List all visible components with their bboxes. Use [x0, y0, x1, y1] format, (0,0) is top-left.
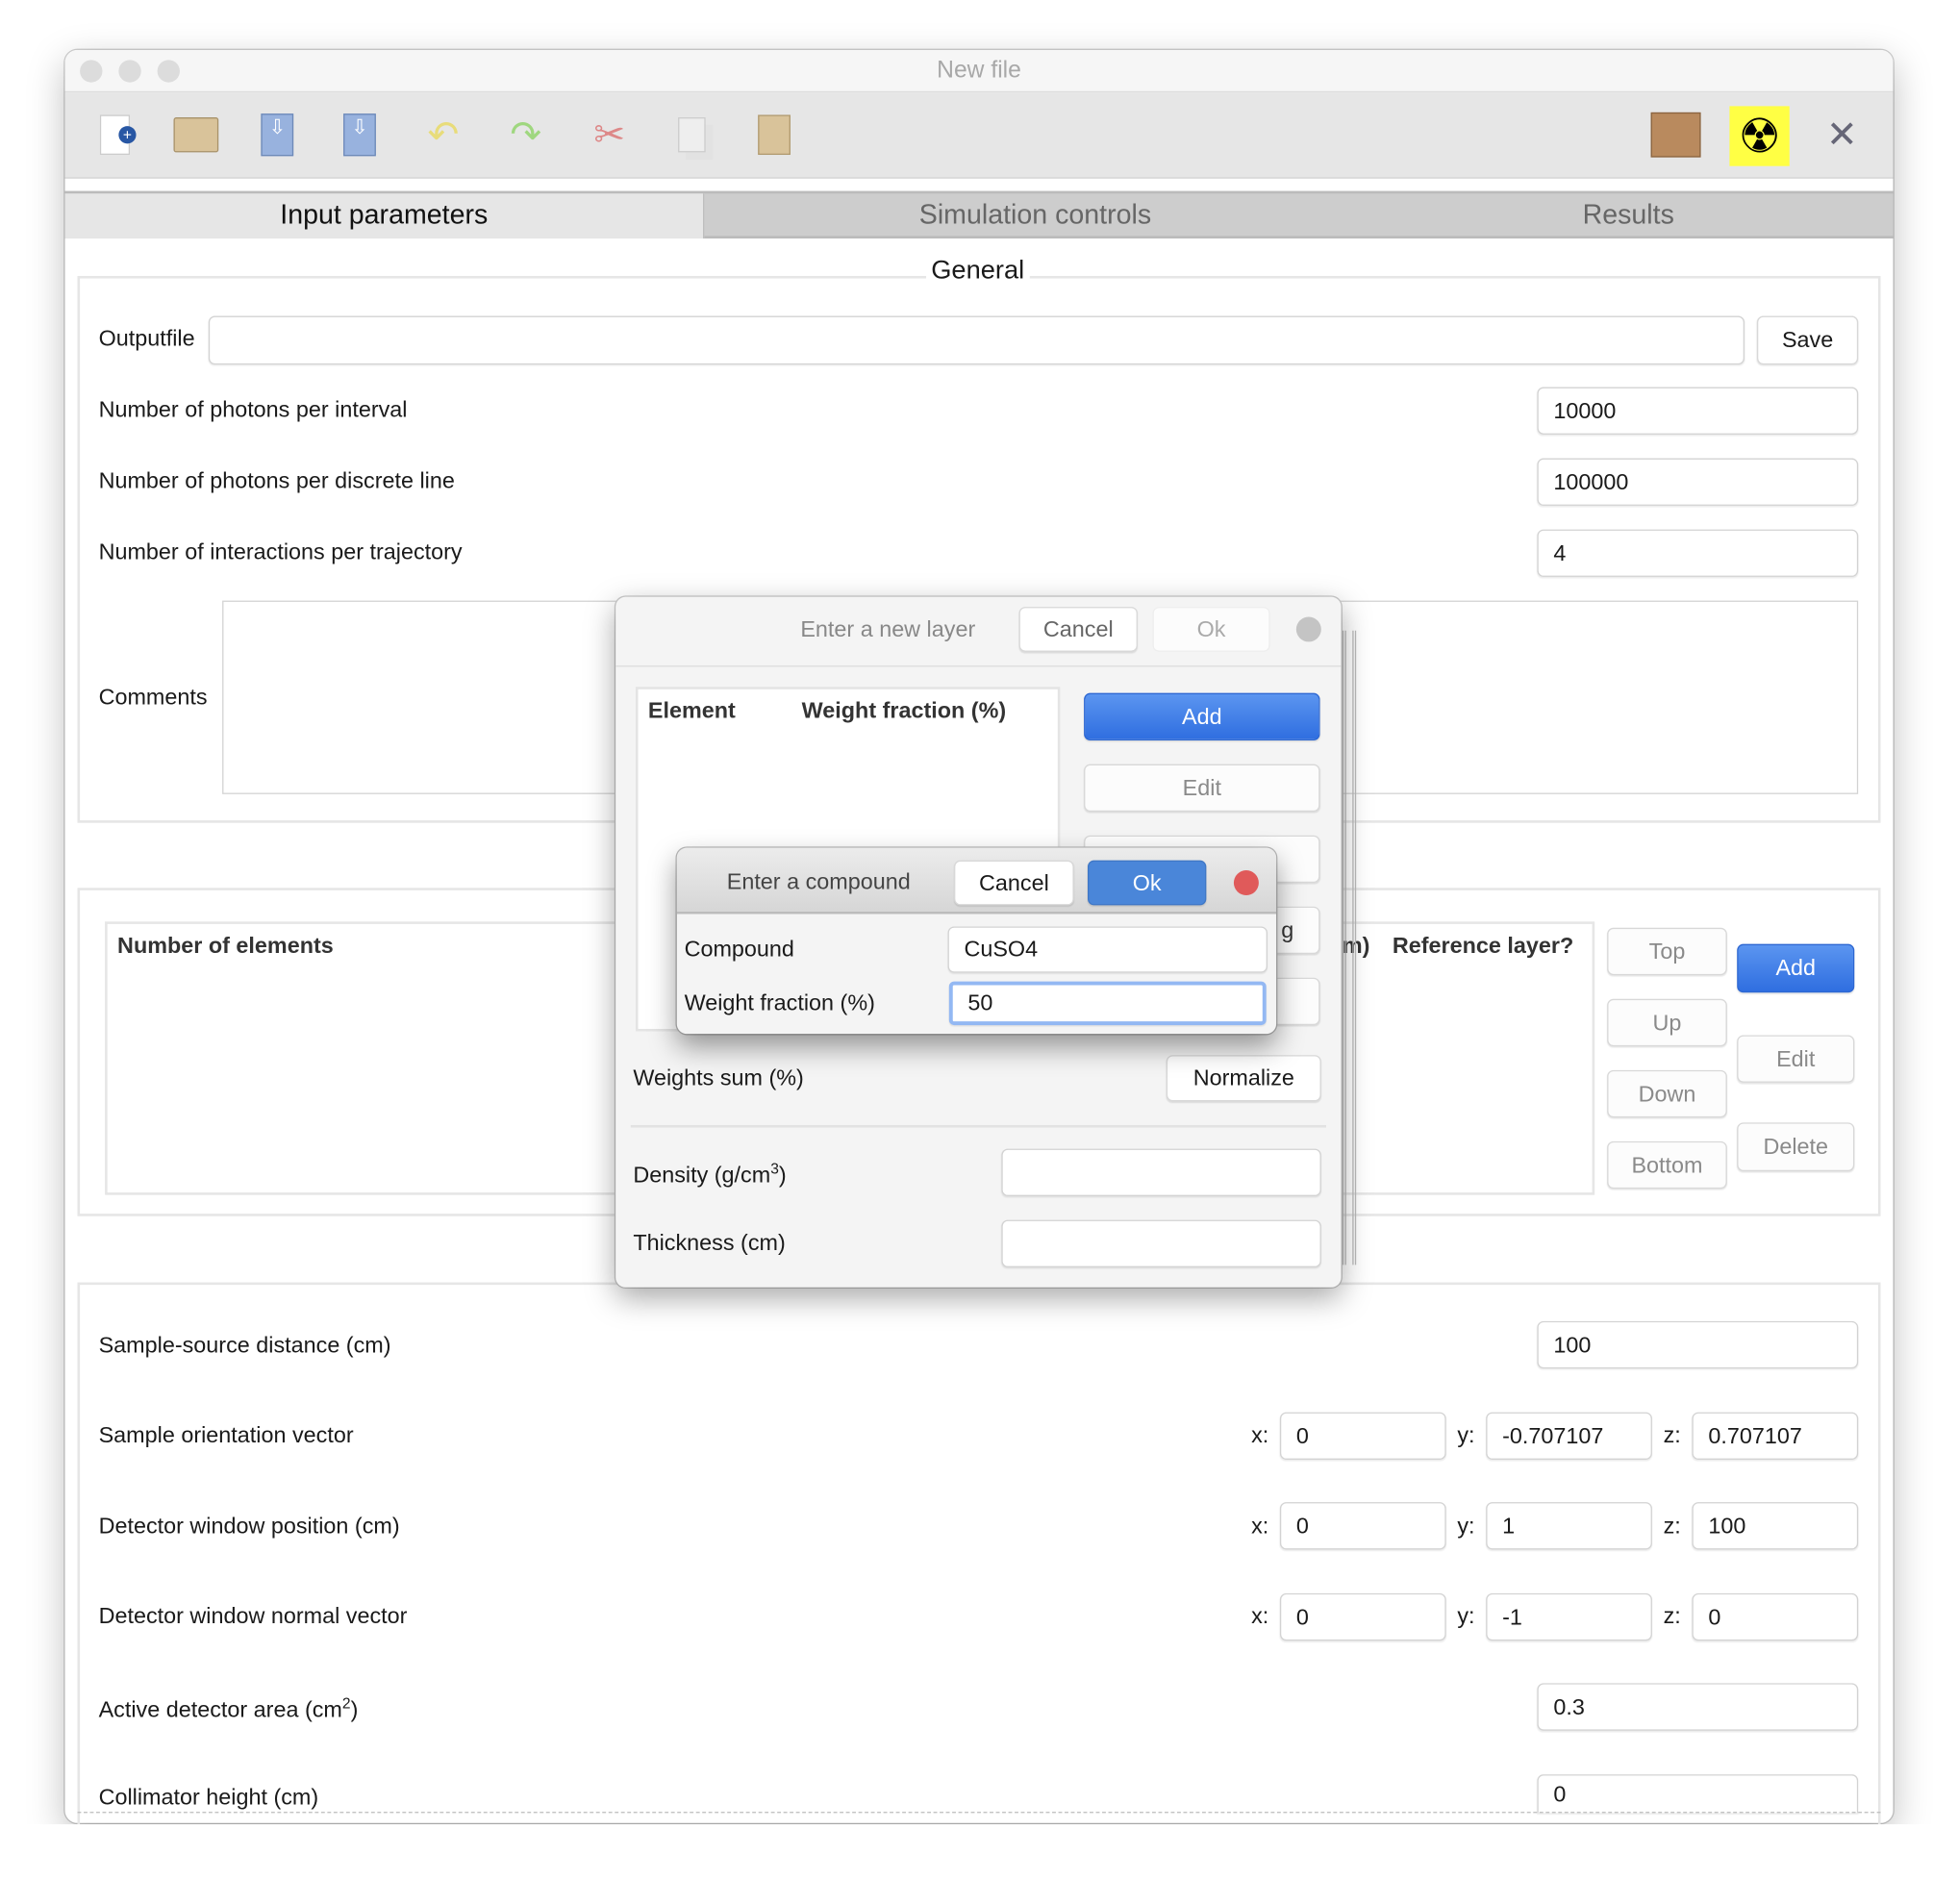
photons-line-input[interactable]: 100000: [1537, 458, 1859, 506]
orientation-z-input[interactable]: 0.707107: [1692, 1412, 1859, 1460]
compound-dialog: Enter a compound Cancel Ok Compound CuSO…: [676, 847, 1277, 1035]
y-label: y:: [1457, 1421, 1475, 1447]
separator: [630, 1124, 1327, 1128]
density-input[interactable]: [1001, 1148, 1321, 1196]
layer-ok-button[interactable]: Ok: [1152, 607, 1270, 652]
tab-results[interactable]: Results: [1367, 193, 1891, 238]
radiation-icon[interactable]: ☢: [1729, 106, 1790, 166]
window-bottom-margin: [0, 1824, 1958, 1904]
zoom-window-button[interactable]: [157, 60, 180, 83]
toolbar: + ⇩ ⇩ ↶ ↷ ✂ ☢ ✕: [64, 92, 1894, 179]
compound-cancel-button[interactable]: Cancel: [954, 860, 1074, 906]
z-label: z:: [1663, 1513, 1681, 1539]
detector-area-input[interactable]: 0.3: [1537, 1683, 1859, 1731]
top-button[interactable]: Top: [1607, 927, 1727, 976]
bottom-button[interactable]: Bottom: [1607, 1140, 1727, 1190]
interactions-input[interactable]: 4: [1537, 529, 1859, 577]
photons-interval-input[interactable]: 10000: [1537, 387, 1859, 435]
layer-dialog-title: Enter a new layer: [800, 616, 976, 642]
y-label: y:: [1457, 1513, 1475, 1539]
compound-weight-input[interactable]: 50: [948, 981, 1267, 1026]
thickness-label: Thickness (cm): [633, 1230, 786, 1255]
save-icon[interactable]: ⇩: [250, 108, 305, 163]
compound-input[interactable]: CuSO4: [947, 926, 1268, 973]
cut-icon[interactable]: ✂: [582, 108, 637, 163]
density-label: Density (g/cm3): [633, 1160, 787, 1188]
x-label: x:: [1251, 1513, 1269, 1539]
copy-icon[interactable]: [665, 108, 719, 163]
undo-icon[interactable]: ↶: [415, 108, 470, 163]
detector-normal-label: Detector window normal vector: [98, 1603, 408, 1629]
compound-label: Compound: [684, 936, 794, 962]
photons-line-label: Number of photons per discrete line: [98, 467, 455, 493]
layer-close-icon[interactable]: [1295, 616, 1321, 642]
z-label: z:: [1663, 1603, 1681, 1629]
outputfile-input[interactable]: [208, 315, 1745, 365]
orientation-y-input[interactable]: -0.707107: [1486, 1412, 1652, 1460]
scroll-divider: [77, 1812, 1881, 1814]
compound-weight-label: Weight fraction (%): [684, 990, 875, 1015]
detector-normal-x-input[interactable]: 0: [1279, 1592, 1446, 1641]
column-reference-layer[interactable]: Reference layer?: [1393, 933, 1573, 959]
title-bar: New file: [64, 49, 1894, 93]
close-window-button[interactable]: [80, 60, 103, 83]
minimize-window-button[interactable]: [118, 60, 141, 83]
delete-layer-button[interactable]: Delete: [1737, 1122, 1855, 1171]
orientation-x-input[interactable]: 0: [1279, 1412, 1446, 1460]
redo-icon[interactable]: ↷: [498, 108, 553, 163]
edit-layer-button[interactable]: Edit: [1737, 1035, 1855, 1083]
save-button[interactable]: Save: [1756, 315, 1859, 365]
detector-position-x-input[interactable]: 0: [1279, 1502, 1446, 1550]
weights-sum-label: Weights sum (%): [633, 1065, 804, 1090]
window-title: New file: [937, 57, 1021, 84]
y-label: y:: [1457, 1603, 1475, 1629]
column-element[interactable]: Element: [648, 698, 736, 724]
x-label: x:: [1251, 1421, 1269, 1447]
comments-label: Comments: [98, 684, 208, 710]
open-folder-icon[interactable]: [168, 108, 223, 163]
add-layer-button[interactable]: Add: [1737, 943, 1855, 993]
dialog-stack-edge: [1342, 630, 1357, 1265]
x-label: x:: [1251, 1603, 1269, 1629]
general-title: General: [926, 256, 1030, 287]
package-icon[interactable]: [1648, 108, 1703, 163]
z-label: z:: [1663, 1421, 1681, 1447]
detector-position-label: Detector window position (cm): [98, 1513, 400, 1539]
tools-icon[interactable]: ✕: [1815, 108, 1870, 163]
tab-input-parameters[interactable]: Input parameters: [64, 193, 705, 239]
interactions-label: Number of interactions per trajectory: [98, 539, 463, 564]
tab-simulation-controls[interactable]: Simulation controls: [704, 193, 1366, 238]
up-button[interactable]: Up: [1607, 998, 1727, 1047]
element-add-button[interactable]: Add: [1084, 692, 1320, 741]
detector-position-z-input[interactable]: 100: [1692, 1502, 1859, 1550]
collimator-height-input[interactable]: 0: [1537, 1774, 1859, 1814]
down-button[interactable]: Down: [1607, 1069, 1727, 1118]
layer-cancel-button[interactable]: Cancel: [1018, 607, 1138, 652]
compound-dialog-title: Enter a compound: [726, 868, 911, 894]
compound-ok-button[interactable]: Ok: [1087, 860, 1207, 906]
thickness-input[interactable]: [1001, 1219, 1321, 1267]
detector-position-y-input[interactable]: 1: [1486, 1502, 1652, 1550]
detector-normal-z-input[interactable]: 0: [1692, 1592, 1859, 1641]
distance-input[interactable]: 100: [1537, 1320, 1859, 1369]
paste-icon[interactable]: [747, 108, 802, 163]
detector-normal-y-input[interactable]: -1: [1486, 1592, 1652, 1641]
orientation-label: Sample orientation vector: [98, 1421, 354, 1447]
normalize-button[interactable]: Normalize: [1166, 1055, 1321, 1102]
detector-area-label: Active detector area (cm2): [98, 1694, 359, 1722]
collimator-height-label: Collimator height (cm): [98, 1784, 319, 1810]
column-number-of-elements[interactable]: Number of elements: [117, 933, 334, 959]
photons-interval-label: Number of photons per interval: [98, 396, 408, 422]
outputfile-label: Outputfile: [98, 325, 195, 351]
element-edit-button[interactable]: Edit: [1084, 764, 1320, 813]
distance-label: Sample-source distance (cm): [98, 1332, 391, 1358]
new-file-icon[interactable]: +: [88, 108, 142, 163]
save-as-icon[interactable]: ⇩: [332, 108, 387, 163]
column-weight-fraction[interactable]: Weight fraction (%): [802, 698, 1007, 724]
compound-close-icon[interactable]: [1233, 870, 1259, 896]
tab-bar: Input parameters Simulation controls Res…: [64, 190, 1894, 239]
